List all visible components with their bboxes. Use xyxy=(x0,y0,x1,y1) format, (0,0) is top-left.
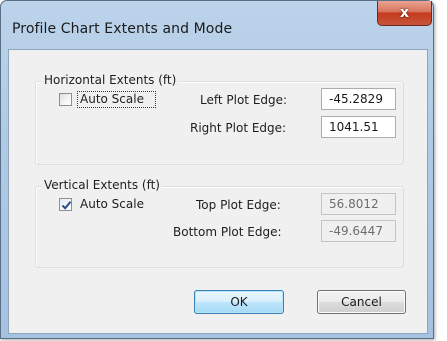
vertical-auto-scale-label[interactable]: Auto Scale xyxy=(80,197,144,211)
vertical-auto-scale-checkbox[interactable] xyxy=(59,198,72,211)
vertical-extents-title: Vertical Extents (ft) xyxy=(42,178,162,192)
left-plot-edge-field[interactable]: -45.2829 xyxy=(321,88,396,110)
ok-button[interactable]: OK xyxy=(194,290,284,314)
vertical-extents-group: Vertical Extents (ft) Auto Scale Top Plo… xyxy=(35,178,404,268)
horizontal-extents-group: Horizontal Extents (ft) Auto Scale Left … xyxy=(35,73,404,165)
bottom-plot-edge-field[interactable]: -49.6447 xyxy=(321,220,396,242)
left-plot-edge-label: Left Plot Edge: xyxy=(200,93,288,107)
checkmark-icon xyxy=(61,201,72,210)
top-plot-edge-field[interactable]: 56.8012 xyxy=(321,193,396,215)
dialog-client-area: Horizontal Extents (ft) Auto Scale Left … xyxy=(8,49,428,334)
top-plot-edge-label: Top Plot Edge: xyxy=(196,198,281,212)
bottom-plot-edge-label: Bottom Plot Edge: xyxy=(173,225,282,239)
horizontal-auto-scale-label[interactable]: Auto Scale xyxy=(80,92,144,106)
close-icon: x xyxy=(399,5,410,21)
window-title: Profile Chart Extents and Mode xyxy=(12,21,233,37)
cancel-button[interactable]: Cancel xyxy=(317,290,406,314)
horizontal-extents-title: Horizontal Extents (ft) xyxy=(42,73,179,87)
dialog-window: Profile Chart Extents and Mode x Horizon… xyxy=(0,0,434,339)
right-plot-edge-field[interactable]: 1041.51 xyxy=(321,116,396,138)
close-button[interactable]: x xyxy=(377,1,432,26)
right-plot-edge-label: Right Plot Edge: xyxy=(190,121,287,135)
horizontal-auto-scale-checkbox[interactable] xyxy=(59,93,72,106)
